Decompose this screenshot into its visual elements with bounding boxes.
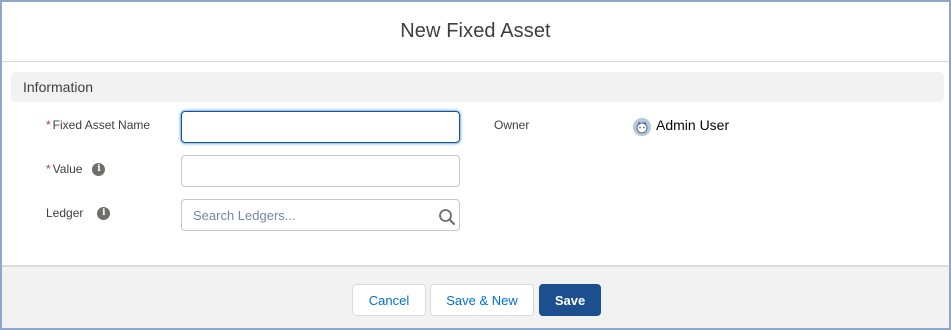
owner-name[interactable]: Admin User [656,117,729,133]
fixed-asset-name-label-text: Fixed Asset Name [52,118,151,132]
info-icon[interactable]: i [92,162,106,176]
ledger-label-text: Ledger [46,206,84,220]
required-indicator: * [46,162,51,176]
cancel-button[interactable]: Cancel [352,284,426,316]
modal-header: New Fixed Asset [2,2,949,62]
owner-field: Admin User [633,114,729,136]
fixed-asset-name-label: * Fixed Asset Name [46,118,150,132]
info-icon[interactable]: i [97,206,111,220]
section-title: Information [23,79,94,95]
save-button[interactable]: Save [539,284,601,316]
value-label: * Value i [46,162,106,176]
value-input[interactable] [181,155,460,187]
required-indicator: * [46,118,51,132]
fixed-asset-name-input[interactable] [181,111,460,143]
save-and-new-button[interactable]: Save & New [430,284,534,316]
modal-title: New Fixed Asset [400,20,551,42]
modal-footer: Cancel Save & New Save [2,265,949,328]
ledger-search-input[interactable] [181,199,460,231]
ledger-label: Ledger i [46,206,111,220]
value-label-text: Value [52,162,83,176]
user-avatar-icon [633,118,651,136]
section-header-information[interactable]: Information [11,72,944,102]
search-icon[interactable] [438,208,456,226]
new-fixed-asset-modal: New Fixed Asset Information * Fixed Asse… [0,0,951,330]
owner-label: Owner [494,118,530,132]
